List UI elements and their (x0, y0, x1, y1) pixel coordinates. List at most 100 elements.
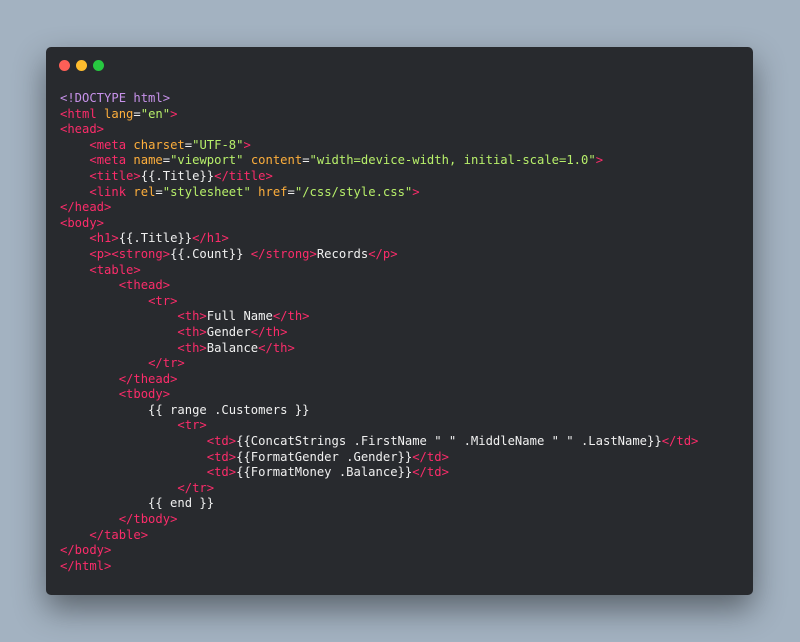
code-token-tag: </td> (412, 449, 449, 464)
code-token-eq: = (155, 184, 163, 199)
code-line: <td>{{ConcatStrings .FirstName " " .Midd… (60, 434, 699, 450)
code-line: <tr> (60, 418, 698, 434)
code-line: </thead> (60, 372, 698, 388)
code-token-string: "viewport" (170, 153, 244, 168)
code-token-tag: <tbody> (118, 387, 171, 402)
maximize-dot[interactable] (93, 60, 104, 71)
code-line: </tr> (60, 481, 698, 497)
code-token-tag: <p><strong> (89, 246, 171, 261)
code-token-string: "width=device-width, initial-scale=1.0" (309, 153, 596, 168)
code-token-text: Gender (206, 324, 251, 339)
code-token-text: Balance (206, 340, 259, 355)
code-token-text: {{.Title}} (140, 168, 215, 183)
close-dot[interactable] (59, 60, 70, 71)
code-token-tag: <tr> (148, 293, 178, 308)
code-token-string: "stylesheet" (162, 184, 251, 199)
code-line: </head> (60, 200, 698, 216)
code-token-tag: </html> (60, 558, 112, 573)
code-block: <!DOCTYPE html> <html lang="en"> <head> <m… (60, 91, 698, 574)
code-token-tag: > (595, 153, 604, 168)
code-line: <h1>{{.Title}}</h1> (60, 231, 698, 247)
code-token-tag: > (243, 137, 251, 152)
code-line: </table> (60, 528, 698, 544)
code-token-eq: = (287, 184, 295, 199)
code-token-attr: href (258, 184, 288, 199)
code-token-tag: <meta (89, 137, 127, 152)
code-line: <head> (60, 122, 698, 138)
code-line: <th>Gender</th> (60, 325, 698, 341)
code-token-eq: = (302, 153, 310, 168)
code-token-tag: <meta (89, 153, 127, 168)
code-token-tag: </tr> (148, 356, 185, 371)
code-token-tag: <link (89, 184, 127, 199)
code-line: <thead> (60, 278, 698, 294)
code-line: </html> (60, 559, 698, 575)
code-line: <link rel="stylesheet" href="/css/style.… (60, 185, 698, 201)
code-token-text: {{FormatGender .Gender}} (236, 449, 413, 464)
code-line: <meta name="viewport" content="width=dev… (60, 153, 698, 169)
code-token-attr: lang (104, 106, 134, 121)
code-line: <th>Balance</th> (60, 341, 698, 357)
code-line: <td>{{FormatGender .Gender}}</td> (60, 450, 698, 466)
code-line: <html lang="en"> (60, 107, 698, 123)
code-token-tag: <tr> (177, 418, 207, 433)
code-token-eq: = (162, 153, 171, 168)
code-token-attr: name (133, 153, 163, 168)
code-token-tag: </th> (272, 309, 310, 324)
code-line: <table> (60, 263, 698, 279)
minimize-dot[interactable] (76, 60, 87, 71)
code-line: {{ end }} (60, 496, 698, 512)
code-token-tag: </body> (60, 543, 112, 558)
code-token-tag: <th> (177, 309, 207, 324)
code-line: <th>Full Name</th> (60, 309, 698, 325)
code-token-string: "en" (140, 106, 171, 121)
code-token-tag: <th> (177, 324, 207, 339)
code-token-tag: <body> (60, 215, 105, 230)
code-token-tag: > (412, 184, 420, 199)
code-token-text: Records (316, 246, 369, 261)
code-line: </body> (60, 543, 698, 559)
code-token-tag: <thead> (118, 278, 171, 293)
code-token-text: {{FormatMoney .Balance}} (236, 465, 413, 480)
code-token-attr: charset (133, 137, 185, 152)
code-token-tag: <title> (89, 168, 141, 183)
code-token-text: Full Name (206, 309, 273, 324)
code-token-text: {{.Count}} (170, 246, 251, 261)
code-token-tag: </th> (250, 324, 288, 339)
code-line: {{ range .Customers }} (60, 403, 698, 419)
code-token-attr: rel (133, 184, 156, 199)
code-token-tag: <html (60, 106, 97, 121)
code-line: <!DOCTYPE html> (60, 91, 698, 107)
code-token-tag: </td> (412, 465, 449, 480)
code-token-tag: </tr> (177, 480, 215, 495)
code-token-tag: </title> (214, 168, 273, 183)
code-token-tag: </table> (89, 527, 149, 542)
code-token-tag: </thead> (118, 371, 178, 386)
code-token-attr: content (250, 153, 303, 168)
code-window: <!DOCTYPE html> <html lang="en"> <head> <m… (46, 47, 753, 595)
code-token-doctype: <!DOCTYPE html> (60, 91, 171, 105)
window-controls (59, 60, 104, 72)
code-line: <body> (60, 216, 698, 232)
code-token-tag: <table> (89, 262, 141, 277)
code-line: </tbody> (60, 512, 698, 528)
code-token-tag: <th> (177, 340, 207, 355)
